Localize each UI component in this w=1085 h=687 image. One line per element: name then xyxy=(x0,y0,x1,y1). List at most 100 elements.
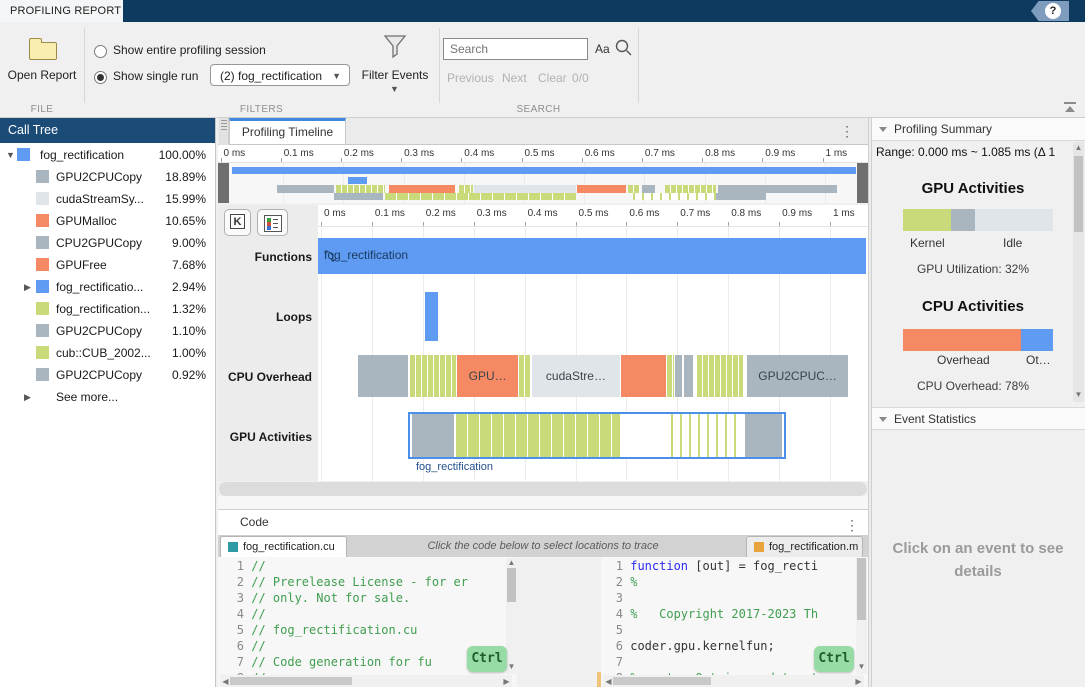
overview-cpu-segment[interactable] xyxy=(277,185,334,193)
call-tree-item-label[interactable]: GPU2CPUCopy xyxy=(56,166,142,188)
radio-entire-session-label[interactable]: Show entire profiling session xyxy=(113,43,266,57)
overview-cpu-segment[interactable] xyxy=(718,185,837,193)
call-tree-item-label[interactable]: CPU2GPUCopy xyxy=(56,232,142,254)
cpu-overhead-event[interactable] xyxy=(358,355,408,397)
profiling-summary-header[interactable]: Profiling Summary xyxy=(872,118,1085,141)
tab-profiling-report[interactable]: PROFILING REPORT xyxy=(0,0,123,22)
gpu-activity-event[interactable] xyxy=(412,414,454,457)
scroll-up-icon[interactable]: ▲ xyxy=(506,558,517,567)
help-icon[interactable]: ? xyxy=(1045,3,1061,19)
code-line[interactable]: 4 % Copyright 2017-2023 Th xyxy=(601,606,818,622)
overview-gpu-segment[interactable] xyxy=(334,193,384,200)
tab-m-file[interactable]: fog_rectification.m xyxy=(746,536,863,557)
scroll-up-icon[interactable]: ▲ xyxy=(1073,143,1084,152)
run-select-dropdown[interactable]: (2) fog_rectification ▼ xyxy=(210,64,350,86)
call-tree-item-label[interactable]: GPU2CPUCopy xyxy=(56,320,142,342)
cu-vertical-scrollbar[interactable]: ▲ ▼ xyxy=(506,558,517,674)
brush-handle-left[interactable] xyxy=(218,163,229,203)
collapse-triangle-icon[interactable] xyxy=(879,127,887,132)
call-tree-row[interactable]: ▶fog_rectificatio...2.94% xyxy=(0,276,215,298)
cpu-overhead-event[interactable] xyxy=(519,355,531,397)
radio-entire-session[interactable] xyxy=(94,45,107,58)
code-line[interactable]: 3 // only. Not for sale. xyxy=(218,590,410,606)
call-tree-item-label[interactable]: cub::CUB_2002... xyxy=(56,342,151,364)
radio-single-run[interactable] xyxy=(94,71,107,84)
scroll-down-icon[interactable]: ▼ xyxy=(1073,390,1084,399)
cpu-overhead-event[interactable] xyxy=(684,355,693,397)
open-report-button[interactable]: Open Report xyxy=(0,68,84,82)
code-line[interactable]: 3 xyxy=(601,590,630,606)
m-vertical-scrollbar[interactable]: ▼ xyxy=(856,558,867,674)
gpu-activity-event[interactable] xyxy=(745,414,782,457)
legend-button[interactable] xyxy=(257,209,288,236)
call-tree-item-label[interactable]: GPUFree xyxy=(56,254,107,276)
overview-cpu-segment[interactable] xyxy=(642,185,655,193)
cpu-overhead-event[interactable] xyxy=(697,355,743,397)
help-button[interactable]: ? xyxy=(1031,1,1069,21)
expand-arrow-icon[interactable]: ▶ xyxy=(24,276,31,298)
cu-code-pane[interactable]: 1 //2 // Prerelease License - for er3 //… xyxy=(218,557,506,687)
call-tree-row[interactable]: CPU2GPUCopy9.00% xyxy=(0,232,215,254)
tab-cu-file[interactable]: fog_rectification.cu xyxy=(220,536,347,557)
call-tree-row[interactable]: cub::CUB_2002...1.00% xyxy=(0,342,215,364)
m-horizontal-scrollbar[interactable]: ◀ ▶ xyxy=(603,675,864,687)
call-tree-item-label[interactable]: cudaStreamSy... xyxy=(56,188,144,210)
collapse-toolstrip-button[interactable] xyxy=(1063,102,1077,112)
next-button[interactable]: Next xyxy=(502,71,527,85)
cpu-overhead-event[interactable]: cudaStre… xyxy=(532,355,620,397)
code-line[interactable]: 1 // xyxy=(218,558,266,574)
call-tree-row[interactable]: fog_rectification...1.32% xyxy=(0,298,215,320)
cpu-overhead-event[interactable] xyxy=(410,355,456,397)
call-tree-item-label[interactable]: fog_rectificatio... xyxy=(56,276,143,298)
call-tree-row[interactable]: GPUMalloc10.65% xyxy=(0,210,215,232)
overview-gpu-segment[interactable] xyxy=(385,193,576,200)
overview-cpu-segment[interactable] xyxy=(665,185,715,193)
code-line[interactable]: 4 // xyxy=(218,606,266,622)
cpu-overhead-event[interactable] xyxy=(621,355,666,397)
summary-scrollbar[interactable]: ▲ ▼ xyxy=(1073,142,1084,402)
search-input[interactable] xyxy=(443,38,588,60)
cpu-overhead-event[interactable] xyxy=(675,355,682,397)
code-line[interactable]: 5 xyxy=(601,622,630,638)
code-line[interactable]: 6 // xyxy=(218,638,266,654)
call-tree-row[interactable]: GPU2CPUCopy18.89% xyxy=(0,166,215,188)
overview-gpu-segment[interactable] xyxy=(633,193,716,200)
call-tree-item-label[interactable]: GPU2CPUCopy xyxy=(56,364,142,386)
call-tree-item-label[interactable]: See more... xyxy=(56,386,118,408)
scroll-right-icon[interactable]: ▶ xyxy=(853,677,864,686)
call-tree-item-label[interactable]: fog_rectification... xyxy=(56,298,150,320)
overview-cpu-segment[interactable] xyxy=(389,185,456,193)
gpu-activities-selection-box[interactable] xyxy=(408,412,786,459)
gpu-activity-event[interactable] xyxy=(456,414,620,457)
overview-cpu-segment[interactable] xyxy=(474,185,576,193)
filter-events-button[interactable]: Filter Events xyxy=(358,68,432,82)
collapse-triangle-icon[interactable] xyxy=(879,417,887,422)
call-tree-row[interactable]: cudaStreamSy...15.99% xyxy=(0,188,215,210)
code-line[interactable]: 2 % xyxy=(601,574,637,590)
cpu-overhead-event[interactable] xyxy=(667,355,674,397)
scroll-down-icon[interactable]: ▼ xyxy=(856,662,867,671)
overview-cpu-segment[interactable] xyxy=(577,185,626,193)
overview-cpu-segment[interactable] xyxy=(459,185,472,193)
code-menu-button[interactable]: ⋮ xyxy=(845,513,859,538)
cpu-overhead-event[interactable]: GPU… xyxy=(457,355,518,397)
panel-grip-handle[interactable] xyxy=(219,118,229,145)
previous-button[interactable]: Previous xyxy=(447,71,494,85)
search-icon[interactable] xyxy=(614,38,634,58)
loop-event-bar[interactable] xyxy=(425,292,438,341)
event-statistics-header[interactable]: Event Statistics xyxy=(872,407,1085,430)
call-tree-item-label[interactable]: GPUMalloc xyxy=(56,210,117,232)
overview-brush-area[interactable] xyxy=(229,163,857,203)
code-line[interactable]: 2 // Prerelease License - for er xyxy=(218,574,468,590)
expand-arrow-icon[interactable]: ▼ xyxy=(6,144,15,166)
call-tree-row[interactable]: GPU2CPUCopy1.10% xyxy=(0,320,215,342)
overview-loop-bar[interactable] xyxy=(348,177,367,184)
call-tree-row[interactable]: GPU2CPUCopy0.92% xyxy=(0,364,215,386)
tab-profiling-timeline[interactable]: Profiling Timeline xyxy=(229,118,346,145)
code-line[interactable]: 6 coder.gpu.kernelfun; xyxy=(601,638,775,654)
overview-gpu-segment[interactable] xyxy=(716,193,766,200)
code-line[interactable]: 1 function [out] = fog_recti xyxy=(601,558,818,574)
brush-handle-right[interactable] xyxy=(857,163,868,203)
call-tree-row[interactable]: GPUFree7.68% xyxy=(0,254,215,276)
timeline-horizontal-scrollbar[interactable] xyxy=(219,482,867,496)
